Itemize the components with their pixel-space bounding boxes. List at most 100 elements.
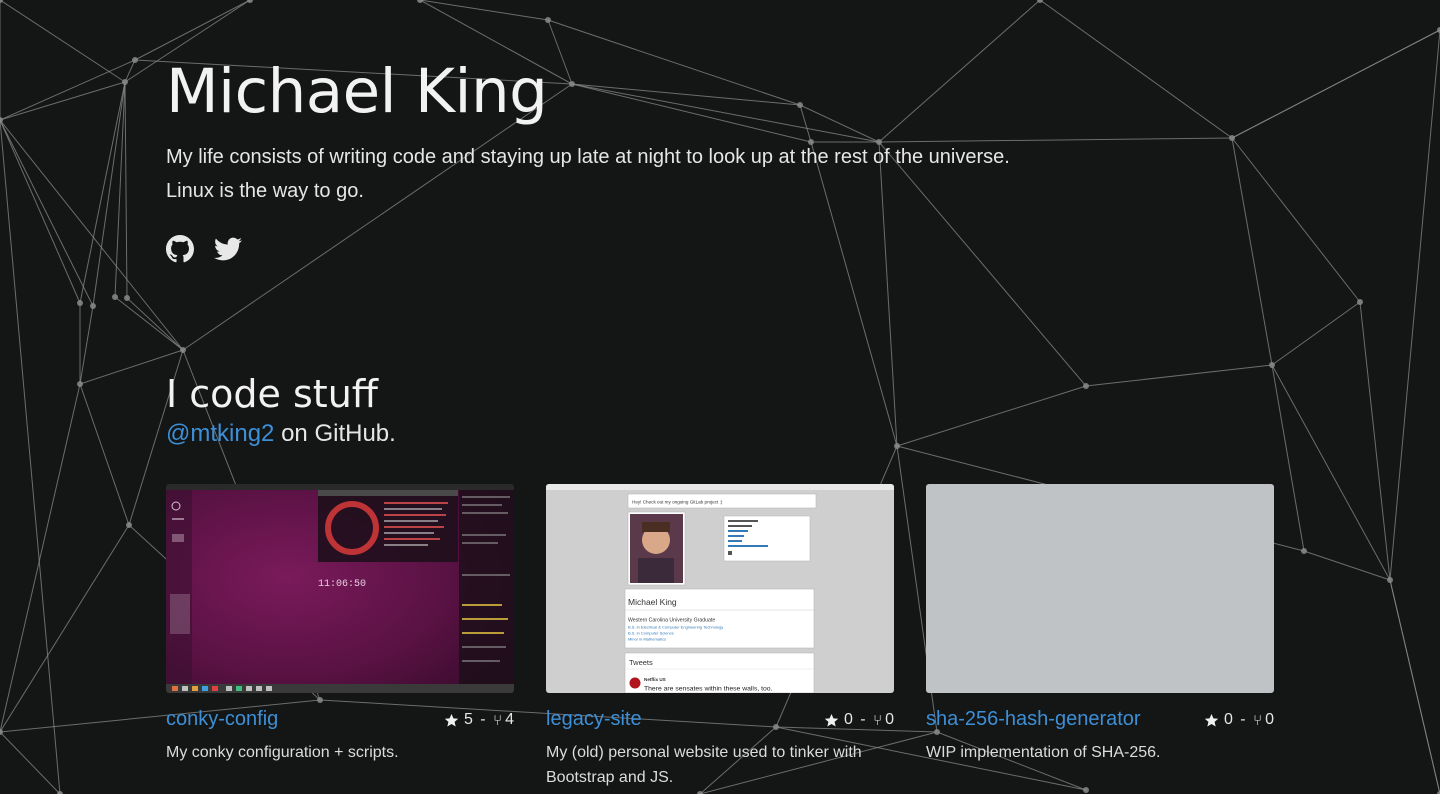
network-node	[122, 79, 128, 85]
network-edge	[79, 81, 126, 304]
network-node	[1083, 383, 1089, 389]
network-edge	[79, 305, 94, 385]
network-edge	[1303, 550, 1391, 581]
network-edge	[1271, 301, 1361, 366]
shot-degree: B.S. in Computer Science	[628, 631, 675, 636]
fork-icon: ⑂	[873, 711, 883, 729]
repo-stats: 0 - ⑂ 0	[824, 711, 894, 729]
repo-card-header: sha-256-hash-generator 0 - ⑂ 0	[926, 708, 1274, 736]
shot-school: Western Carolina University Graduate	[628, 618, 715, 624]
network-node	[797, 102, 803, 108]
network-node	[112, 294, 118, 300]
shot-status: Hey! Check out my ongoing GitLab project…	[632, 500, 723, 505]
network-node	[0, 0, 3, 3]
social-links	[166, 235, 242, 263]
network-edge	[1039, 0, 1233, 139]
network-node	[876, 139, 882, 145]
github-handle-suffix: on GitHub.	[274, 420, 396, 447]
network-node	[132, 57, 138, 63]
star-icon	[1204, 713, 1219, 726]
star-count: 0	[843, 711, 853, 728]
repo-card: sha-256-hash-generator 0 - ⑂ 0 WIP imple…	[926, 484, 1274, 761]
repo-card: Hey! Check out my ongoing GitLab project…	[546, 484, 894, 786]
network-node	[124, 295, 130, 301]
shot-degree: Minor in Mathematics	[628, 637, 666, 642]
network-node	[808, 139, 814, 145]
network-edge	[79, 383, 130, 526]
github-handle-line: @mtking2 on GitHub.	[166, 420, 396, 448]
network-node	[1357, 299, 1363, 305]
repo-thumbnail[interactable]: 11:06:50	[166, 484, 514, 693]
network-node	[90, 303, 96, 309]
network-node	[180, 347, 186, 353]
repo-thumbnail[interactable]: Hey! Check out my ongoing GitLab project…	[546, 484, 894, 693]
repo-name-link[interactable]: legacy-site	[546, 708, 642, 731]
shot-tweets-label: Tweets	[629, 658, 653, 667]
twitter-icon	[214, 237, 242, 261]
network-edge	[114, 296, 184, 351]
network-edge	[1231, 137, 1361, 303]
network-edge	[878, 141, 898, 447]
network-edge	[0, 59, 136, 121]
shot-degree: B.S. in Electrical & Computer Engineerin…	[628, 625, 723, 630]
network-node	[77, 381, 83, 387]
repo-name-link[interactable]: sha-256-hash-generator	[926, 708, 1141, 731]
star-count: 5	[463, 711, 473, 728]
network-node	[894, 443, 900, 449]
network-edge	[547, 19, 573, 85]
network-edge	[124, 81, 128, 299]
repo-card: 11:06:50 conky-config 5 - ⑂ 4 My conky c…	[166, 484, 514, 761]
page-title: Michael King	[166, 56, 548, 127]
network-node	[0, 117, 3, 123]
fork-icon: ⑂	[493, 711, 503, 729]
network-edge	[799, 104, 812, 143]
shot-tweet-text: There are sensates within these walls, t…	[644, 686, 773, 693]
repo-card-header: legacy-site 0 - ⑂ 0	[546, 708, 894, 736]
conky-desktop-screenshot: 11:06:50	[166, 484, 514, 693]
network-edge	[571, 83, 812, 143]
network-edge	[1231, 29, 1440, 139]
network-edge	[1389, 579, 1440, 794]
repo-stats: 0 - ⑂ 0	[1204, 711, 1274, 729]
network-edge	[878, 0, 1041, 143]
network-node	[247, 0, 253, 3]
repo-stats: 5 - ⑂ 4	[444, 711, 514, 729]
star-icon	[444, 713, 459, 726]
network-edge	[1231, 137, 1273, 366]
star-icon	[824, 713, 839, 726]
github-handle-link[interactable]: @mtking2	[166, 420, 274, 447]
network-edge	[0, 81, 126, 121]
twitter-link[interactable]	[214, 235, 242, 263]
shot-tweet-author: Netflix US	[644, 677, 666, 682]
section-title: I code stuff	[166, 372, 378, 416]
network-node	[1301, 548, 1307, 554]
network-edge	[0, 731, 61, 794]
network-node	[1269, 362, 1275, 368]
repo-description: My (old) personal website used to tinker…	[546, 744, 862, 786]
network-node	[545, 17, 551, 23]
conky-clock: 11:06:50	[318, 579, 366, 590]
network-node	[417, 0, 423, 3]
repo-description: WIP implementation of SHA-256.	[926, 744, 1161, 761]
repo-name-link[interactable]: conky-config	[166, 708, 278, 731]
network-node	[1387, 577, 1393, 583]
stat-separator: -	[1235, 711, 1251, 728]
network-edge	[878, 141, 1087, 387]
network-edge	[547, 19, 801, 106]
github-link[interactable]	[166, 235, 194, 263]
network-edge	[0, 524, 130, 733]
star-count: 0	[1223, 711, 1233, 728]
network-node	[1037, 0, 1043, 3]
network-edge	[799, 104, 880, 143]
network-edge	[1359, 301, 1391, 581]
network-edge	[571, 83, 801, 106]
network-edge	[0, 119, 81, 304]
network-node	[1083, 787, 1089, 793]
repo-thumbnail-placeholder[interactable]	[926, 484, 1274, 693]
network-node	[1229, 135, 1235, 141]
network-edge	[0, 383, 81, 733]
network-edge	[810, 141, 898, 447]
network-node	[126, 522, 132, 528]
shot-name: Michael King	[628, 597, 677, 607]
network-edge	[1085, 364, 1273, 387]
